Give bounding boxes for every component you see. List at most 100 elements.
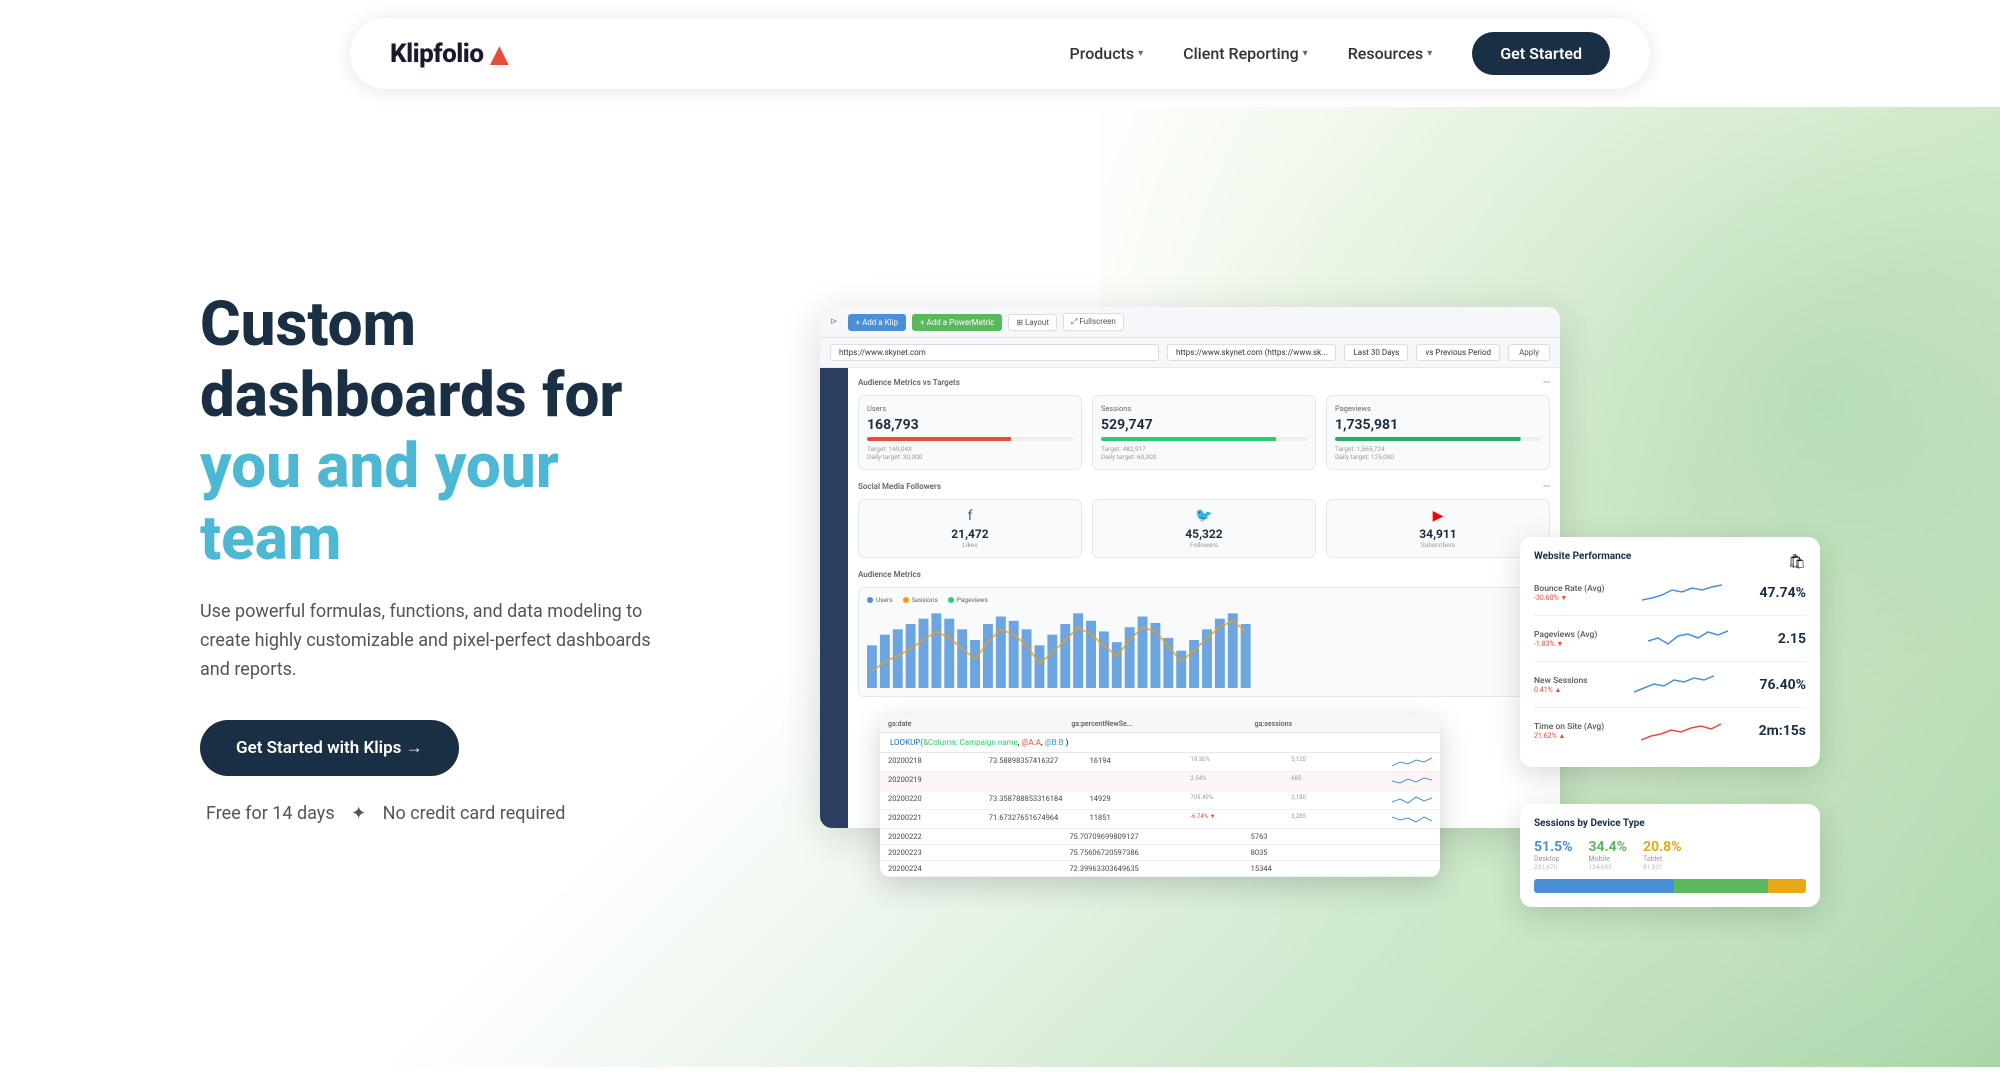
metric-users-bar <box>867 437 1073 441</box>
perf-new-sessions-sparkline <box>1634 672 1714 697</box>
perf-pageviews-value: 2.15 <box>1778 631 1806 647</box>
logo-accent: ▲ <box>483 35 514 73</box>
tablet-count: 81,521 <box>1643 863 1682 871</box>
perf-bounce-value: 47.74% <box>1759 585 1806 601</box>
perf-bounce-sparkline <box>1642 580 1722 605</box>
legend-sessions: Sessions <box>903 596 938 604</box>
metric-pageviews-target: Target: 1,565,724 <box>1335 445 1541 453</box>
device-desktop: 51.5% Desktop 231,670 <box>1534 839 1573 871</box>
chart-legend: Users Sessions Pageviews <box>867 596 1541 604</box>
hero-subtext: Use powerful formulas, functions, and da… <box>200 598 660 684</box>
spreadsheet-card: ga:date ga:percentNewSe... ga:sessions L… <box>880 716 1440 877</box>
spreadsheet-header: ga:date ga:percentNewSe... ga:sessions <box>880 716 1440 733</box>
youtube-value: 34,911 <box>1335 527 1541 541</box>
table-row: 20200218 73.58898357416327 16194 19.30% … <box>880 753 1440 772</box>
metric-users-target: Target: 169,043 <box>867 445 1073 453</box>
add-powermetric-button[interactable]: + Add a PowerMetric <box>912 314 1002 331</box>
nav-item-resources[interactable]: Resources ▾ <box>1348 44 1433 63</box>
hero-section: Custom dashboards for you and your team … <box>0 107 2000 1067</box>
col-header-sessions: ga:sessions <box>1255 720 1432 728</box>
social-facebook: f 21,472 Likes <box>858 499 1082 558</box>
social-youtube: ▶ 34,911 Subscribers <box>1326 499 1550 558</box>
dashboard-url-bar: https://www.skynet.com https://www.skyne… <box>820 338 1560 368</box>
audience-chart: Users Sessions Pageviews <box>858 587 1550 697</box>
table-row: 20200223 75.75606720597386 8035 <box>880 845 1440 861</box>
formula-param1: &Column: Campaign name <box>923 738 1018 747</box>
nav-link-resources[interactable]: Resources ▾ <box>1348 44 1433 63</box>
metric-sessions-bar <box>1101 437 1307 441</box>
shopify-icon: 🛍 <box>1788 554 1806 570</box>
col-header-date: ga:date <box>888 720 1065 728</box>
perf-pageviews-label: Pageviews (Avg) <box>1534 630 1597 640</box>
metric-users-value: 168,793 <box>867 417 1073 433</box>
section-options-icon: ··· <box>1543 482 1550 491</box>
website-performance-card: Website Performance 🛍 Bounce Rate (Avg) … <box>1520 537 1820 767</box>
nav-item-client-reporting[interactable]: Client Reporting ▾ <box>1183 44 1308 63</box>
logo-text: Klipfolio <box>390 39 483 69</box>
device-bar-tablet <box>1768 879 1806 893</box>
perf-new-sessions-value: 76.40% <box>1759 677 1806 693</box>
legend-pageviews: Pageviews <box>948 596 988 604</box>
twitter-value: 45,322 <box>1101 527 1307 541</box>
table-row: 20200222 75.70709699809127 5763 <box>880 829 1440 845</box>
perf-time-change: 21.62% ▲ <box>1534 732 1604 740</box>
formula-param2: @A:A <box>1021 738 1041 747</box>
table-row: 20200219 2.54% 685 <box>880 772 1440 791</box>
social-twitter: 🐦 45,322 Followers <box>1092 499 1316 558</box>
social-row: f 21,472 Likes 🐦 45,322 Followers ▶ 34,9… <box>858 499 1550 558</box>
fullscreen-button[interactable]: ⤢ Fullscreen <box>1063 313 1124 331</box>
sessions-device-title: Sessions by Device Type <box>1534 818 1806 829</box>
add-klip-button[interactable]: + Add a Klip <box>848 314 907 331</box>
layout-button[interactable]: ⊞ Layout <box>1008 314 1057 331</box>
metric-pageviews-bar <box>1335 437 1541 441</box>
device-bar-mobile <box>1674 879 1768 893</box>
perf-row-new-sessions: New Sessions 0.41% ▲ 76.40% <box>1534 672 1806 708</box>
perf-new-sessions-label: New Sessions <box>1534 676 1588 686</box>
perf-row-pageviews: Pageviews (Avg) -1.83% ▼ 2.15 <box>1534 626 1806 662</box>
section-options-icon: ··· <box>1543 378 1550 387</box>
facebook-icon: f <box>867 508 1073 524</box>
metrics-row: Users 168,793 Target: 169,043 Daily targ… <box>858 395 1550 470</box>
hero-visuals: ⊳ + Add a Klip + Add a PowerMetric ⊞ Lay… <box>800 277 1800 877</box>
chevron-down-icon: ▾ <box>1138 48 1143 59</box>
metric-users-label: Users <box>867 404 1073 413</box>
hero-heading: Custom dashboards for you and your team <box>200 289 720 574</box>
audience-section-label: Audience Metrics vs Targets ··· <box>858 378 1550 387</box>
nav-links: Products ▾ Client Reporting ▾ Resources … <box>1070 32 1610 75</box>
apply-button[interactable]: Apply <box>1508 344 1550 361</box>
device-mobile: 34.4% Mobile 134,693 <box>1589 839 1628 871</box>
metric-pageviews: Pageviews 1,735,981 Target: 1,565,724 Da… <box>1326 395 1550 470</box>
mobile-count: 134,693 <box>1589 863 1628 871</box>
metric-users-daily: Daily target: 30,000 <box>867 453 1073 461</box>
mini-sparkline <box>1392 775 1432 787</box>
formula-function: LOOKUP( <box>890 738 923 747</box>
nav-link-products[interactable]: Products ▾ <box>1070 44 1144 63</box>
metric-sessions-target: Target: 482,917 <box>1101 445 1307 453</box>
hero-cta-button[interactable]: Get Started with Klips → <box>200 720 459 776</box>
perf-row-time-on-site: Time on Site (Avg) 21.62% ▲ 2m:15s <box>1534 718 1806 753</box>
bar-chart-svg <box>867 608 1541 688</box>
metric-pageviews-label: Pageviews <box>1335 404 1541 413</box>
period1-select[interactable]: Last 30 Days <box>1344 344 1408 361</box>
url-input: https://www.skynet.com <box>830 344 1159 361</box>
metric-sessions-label: Sessions <box>1101 404 1307 413</box>
perf-row-bounce: Bounce Rate (Avg) -30.60% ▼ 47.74% <box>1534 580 1806 616</box>
navbar: Klipfolio▲ Products ▾ Client Reporting ▾… <box>350 18 1650 89</box>
nav-item-get-started[interactable]: Get Started <box>1472 32 1610 75</box>
desktop-label: Desktop <box>1534 855 1573 863</box>
nav-link-client-reporting[interactable]: Client Reporting ▾ <box>1183 44 1308 63</box>
metric-pageviews-daily: Daily target: 125,000 <box>1335 453 1541 461</box>
logo[interactable]: Klipfolio▲ <box>390 35 515 73</box>
desktop-count: 231,670 <box>1534 863 1573 871</box>
nav-cta-button[interactable]: Get Started <box>1472 32 1610 75</box>
formula-param3: @B:B <box>1045 738 1064 747</box>
perf-bounce-change: -30.60% ▼ <box>1534 594 1605 602</box>
period2-select[interactable]: vs Previous Period <box>1416 344 1500 361</box>
dashboard-sidebar <box>820 368 848 828</box>
table-row: 20200224 72.39963303649635 15344 <box>880 861 1440 877</box>
dashboard-toolbar: ⊳ + Add a Klip + Add a PowerMetric ⊞ Lay… <box>820 307 1560 338</box>
device-tablet: 20.8% Tablet 81,521 <box>1643 839 1682 871</box>
hero-text: Custom dashboards for you and your team … <box>200 289 720 865</box>
nav-item-products[interactable]: Products ▾ <box>1070 44 1144 63</box>
device-values: 51.5% Desktop 231,670 34.4% Mobile 134,6… <box>1534 839 1806 871</box>
